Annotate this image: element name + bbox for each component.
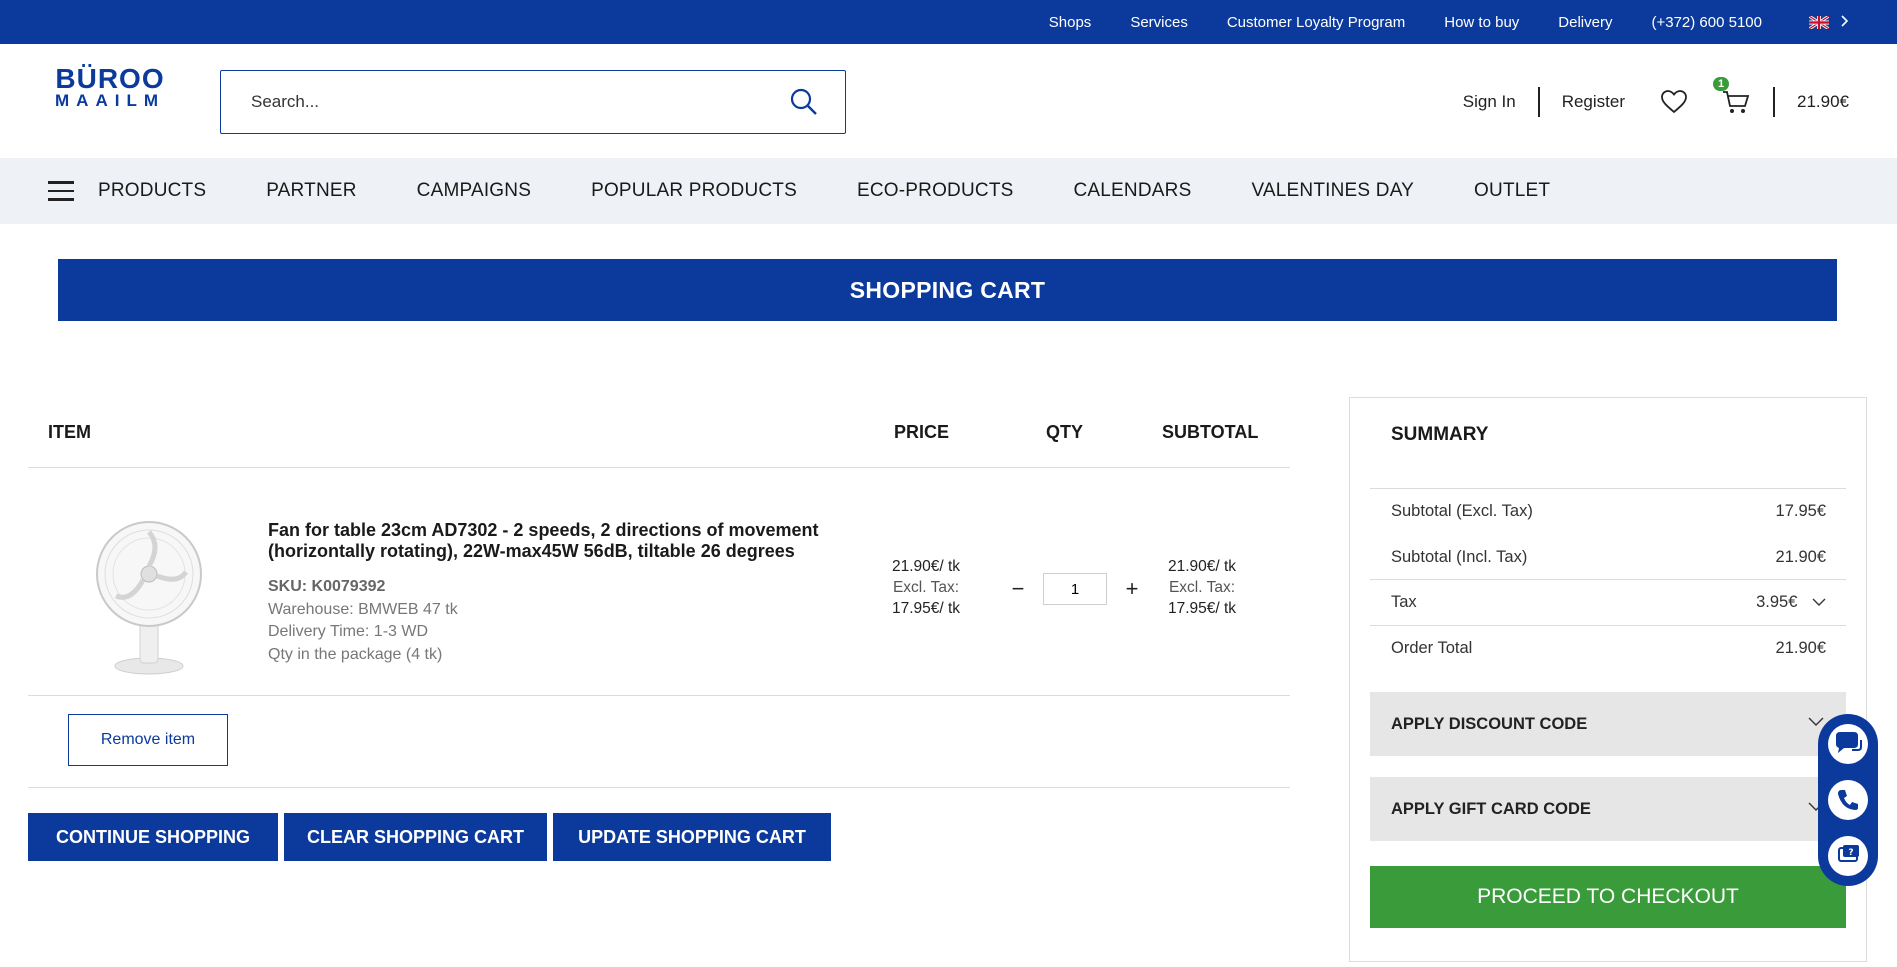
discount-code-label: APPLY DISCOUNT CODE [1391, 714, 1588, 733]
remove-row: Remove item [28, 696, 1290, 788]
top-link-how-to-buy[interactable]: How to buy [1444, 14, 1519, 31]
summary-subtotal-excl-label: Subtotal (Excl. Tax) [1391, 502, 1533, 520]
contact-widget: ? [1818, 714, 1878, 886]
main-nav: PRODUCTS PARTNER CAMPAIGNS POPULAR PRODU… [0, 158, 1897, 224]
product-package-qty: Qty in the package (4 tk) [268, 645, 443, 663]
gift-card-label: APPLY GIFT CARD CODE [1391, 799, 1591, 818]
update-cart-button[interactable]: UPDATE SHOPPING CART [553, 813, 831, 861]
nav-item-popular-products[interactable]: POPULAR PRODUCTS [591, 180, 797, 202]
header-actions: Sign In Register 1 21.90€ [1463, 77, 1849, 120]
column-item: ITEM [48, 422, 91, 442]
remove-item-button[interactable]: Remove item [68, 714, 228, 766]
price-excl: 17.95€/ tk [891, 600, 961, 617]
logo-line2: MAAILM [55, 91, 165, 110]
tax-chevron-down-icon[interactable] [1812, 597, 1826, 607]
price-cell: 21.90€/ tk Excl. Tax: 17.95€/ tk [871, 556, 981, 619]
column-qty: QTY [1046, 422, 1084, 442]
summary-order-total-value: 21.90€ [1775, 639, 1826, 657]
nav-item-outlet[interactable]: OUTLET [1474, 180, 1550, 202]
product-warehouse: Warehouse: BMWEB 47 tk [268, 600, 458, 618]
product-delivery-time: Delivery Time: 1-3 WD [268, 623, 429, 640]
divider [1537, 87, 1540, 117]
search-box [220, 70, 846, 134]
price-excl-label: Excl. Tax: [892, 579, 960, 596]
product-image[interactable] [86, 516, 212, 676]
header: BÜROO MAAILM Sign In Register 1 21.90€ [0, 44, 1897, 158]
summary-tax-value: 3.95€ [1756, 593, 1798, 611]
svg-text:?: ? [1848, 848, 1853, 858]
nav-item-partner[interactable]: PARTNER [266, 180, 356, 202]
summary-tax-label: Tax [1391, 593, 1417, 611]
summary-title: SUMMARY [1391, 424, 1489, 445]
uk-flag-icon[interactable] [1808, 14, 1830, 30]
table-row: Fan for table 23cm AD7302 - 2 speeds, 2 … [28, 468, 1290, 696]
qty-decrease-button[interactable]: − [1003, 576, 1033, 602]
nav-items: PRODUCTS PARTNER CAMPAIGNS POPULAR PRODU… [98, 180, 1610, 202]
clear-cart-button[interactable]: CLEAR SHOPPING CART [284, 813, 547, 861]
summary-subtotal-incl-label: Subtotal (Incl. Tax) [1391, 547, 1528, 566]
column-price: PRICE [894, 422, 950, 442]
language-chevron-icon[interactable] [1841, 14, 1849, 30]
top-bar: Shops Services Customer Loyalty Program … [0, 0, 1897, 44]
nav-item-eco-products[interactable]: ECO-PRODUCTS [857, 180, 1014, 202]
top-link-phone[interactable]: (+372) 600 5100 [1651, 14, 1762, 31]
nav-item-valentines-day[interactable]: VALENTINES DAY [1251, 180, 1414, 202]
top-link-services[interactable]: Services [1130, 14, 1188, 31]
top-link-loyalty[interactable]: Customer Loyalty Program [1227, 14, 1405, 31]
summary-subtotal-incl-value: 21.90€ [1775, 547, 1826, 566]
summary-order-total-label: Order Total [1391, 639, 1473, 657]
nav-item-campaigns[interactable]: CAMPAIGNS [417, 180, 531, 202]
top-links: Shops Services Customer Loyalty Program … [1010, 0, 1849, 44]
cart-total[interactable]: 21.90€ [1797, 92, 1849, 112]
subtotal-excl: 17.95€/ tk [1167, 600, 1237, 617]
cart-icon[interactable]: 1 [1713, 77, 1751, 117]
logo[interactable]: BÜROO MAAILM [47, 63, 173, 110]
summary-tax-value-wrap: 3.95€ [1756, 593, 1826, 612]
top-link-delivery[interactable]: Delivery [1558, 14, 1612, 31]
table-header: ITEM PRICE QTY SUBTOTAL [28, 398, 1290, 468]
continue-shopping-button[interactable]: CONTINUE SHOPPING [28, 813, 278, 861]
nav-item-calendars[interactable]: CALENDARS [1074, 180, 1192, 202]
summary-subtotal-incl: Subtotal (Incl. Tax) 21.90€ [1370, 534, 1846, 580]
logo-line1: BÜROO [55, 63, 165, 94]
proceed-to-checkout-button[interactable]: PROCEED TO CHECKOUT [1370, 866, 1846, 928]
qty-input[interactable] [1043, 573, 1107, 605]
price-incl: 21.90€/ tk [891, 558, 961, 575]
qty-increase-button[interactable]: + [1117, 576, 1147, 602]
discount-code-accordion[interactable]: APPLY DISCOUNT CODE [1370, 692, 1846, 756]
quantity-stepper: − + [1003, 573, 1147, 605]
top-link-shops[interactable]: Shops [1049, 14, 1092, 31]
cart-actions: CONTINUE SHOPPING CLEAR SHOPPING CART UP… [28, 813, 837, 861]
cart-count-badge: 1 [1713, 77, 1730, 91]
gift-card-accordion[interactable]: APPLY GIFT CARD CODE [1370, 777, 1846, 841]
phone-icon[interactable] [1828, 780, 1868, 820]
cart-table: ITEM PRICE QTY SUBTOTAL Fan for table 23… [28, 398, 1290, 788]
search-input[interactable] [221, 71, 761, 133]
help-message-icon[interactable]: ? [1828, 836, 1868, 876]
heart-icon[interactable] [1659, 87, 1689, 117]
summary-subtotal-excl: Subtotal (Excl. Tax) 17.95€ [1370, 488, 1846, 534]
page-title: SHOPPING CART [58, 259, 1837, 321]
product-sku: SKU: K0079392 [268, 578, 386, 595]
subtotal-incl: 21.90€/ tk [1167, 558, 1237, 575]
sign-in-link[interactable]: Sign In [1463, 92, 1516, 112]
product-name[interactable]: Fan for table 23cm AD7302 - 2 speeds, 2 … [268, 520, 868, 562]
nav-item-products[interactable]: PRODUCTS [98, 180, 206, 202]
subtotal-cell: 21.90€/ tk Excl. Tax: 17.95€/ tk [1144, 556, 1260, 619]
register-link[interactable]: Register [1562, 92, 1625, 112]
summary-subtotal-excl-value: 17.95€ [1775, 502, 1826, 520]
summary-order-total: Order Total 21.90€ [1370, 625, 1846, 671]
chat-icon[interactable] [1828, 724, 1868, 764]
column-subtotal: SUBTOTAL [1162, 422, 1259, 442]
search-icon[interactable] [789, 87, 819, 117]
product-meta: SKU: K0079392 Warehouse: BMWEB 47 tk Del… [268, 576, 458, 666]
summary-panel: SUMMARY Subtotal (Excl. Tax) 17.95€ Subt… [1349, 397, 1867, 962]
summary-tax[interactable]: Tax 3.95€ [1370, 579, 1846, 625]
divider [1773, 87, 1775, 117]
menu-icon[interactable] [48, 181, 74, 201]
subtotal-excl-label: Excl. Tax: [1168, 579, 1236, 596]
